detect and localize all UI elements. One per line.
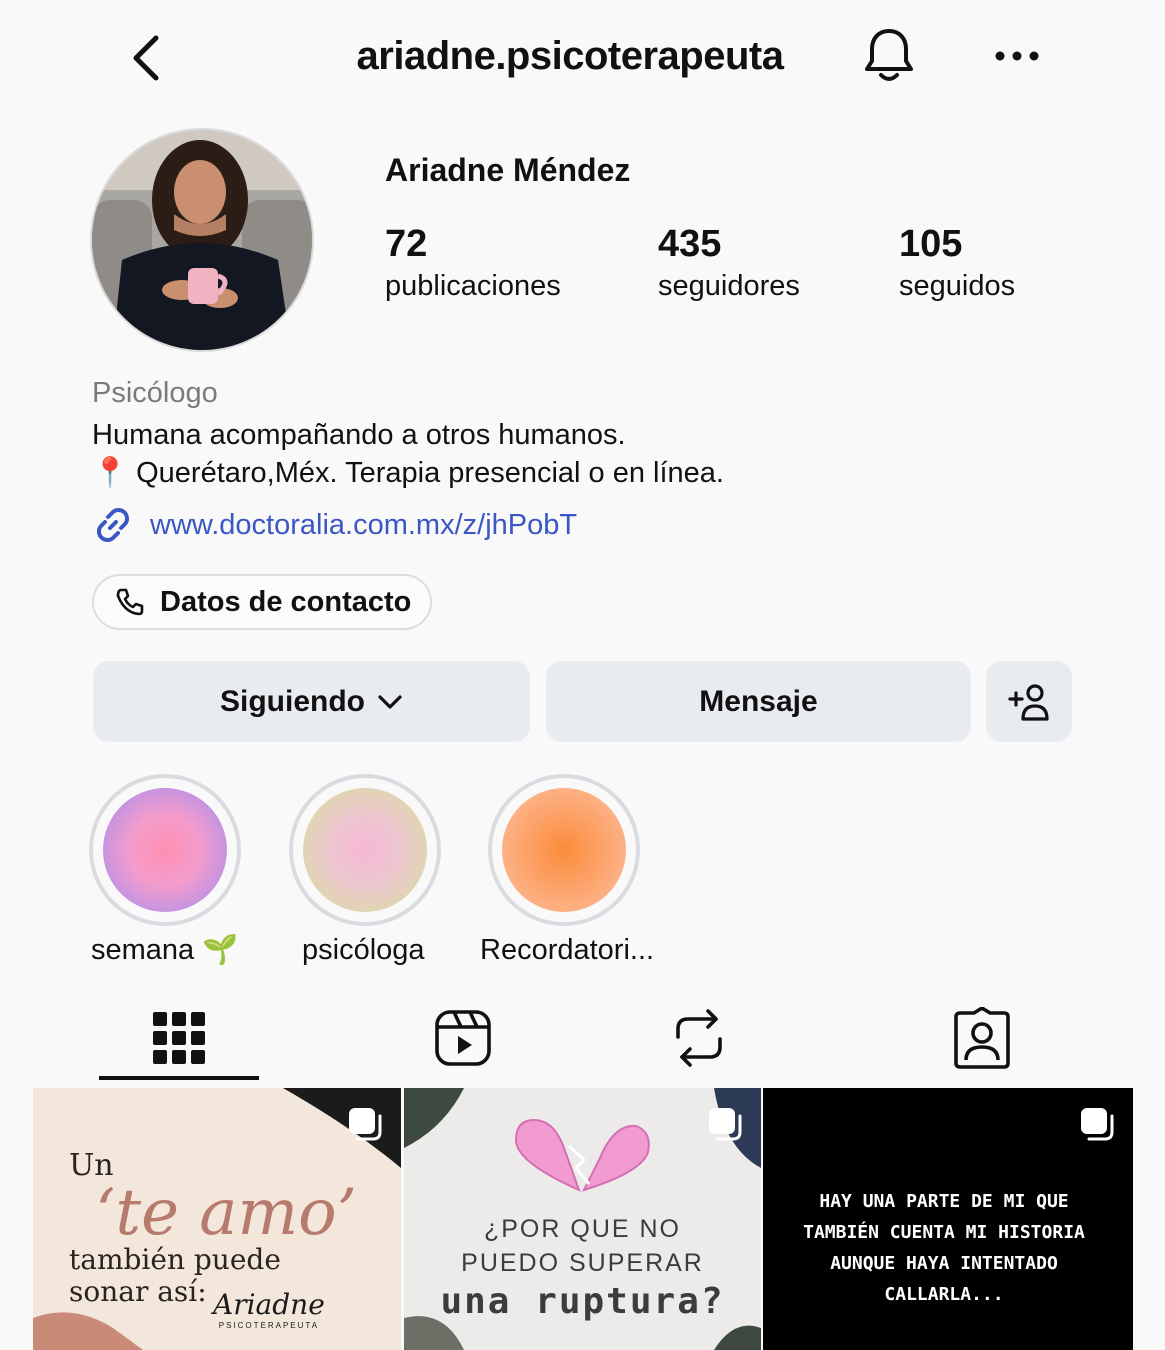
highlight-label: psicóloga xyxy=(302,934,425,966)
carousel-icon xyxy=(709,1108,742,1141)
carousel-icon xyxy=(349,1108,382,1141)
profile-username: ariadne.psicoterapeuta xyxy=(356,34,784,78)
post-3-text: HAY UNA PARTE DE MI QUE TAMBIÉN CUENTA M… xyxy=(763,1186,1125,1310)
profile-link-text: www.doctoralia.com.mx/z/jhPobT xyxy=(150,509,578,541)
post-tile-3[interactable]: HAY UNA PARTE DE MI QUE TAMBIÉN CUENTA M… xyxy=(763,1088,1133,1350)
highlight-ring xyxy=(289,774,441,926)
post-3-line-3: AUNQUE HAYA INTENTADO xyxy=(830,1253,1058,1274)
more-options-button[interactable] xyxy=(988,34,1046,78)
active-tab-indicator xyxy=(99,1076,259,1080)
post-1-text: Un ‘te amo’ también puede sonar así: xyxy=(69,1150,357,1308)
post-tile-2[interactable]: ¿POR QUE NO PUEDO SUPERAR una ruptura? xyxy=(404,1088,761,1350)
pin-emoji: 📍 xyxy=(92,457,129,489)
stat-followers-label: seguidores xyxy=(658,270,800,302)
profile-tabs xyxy=(0,995,1165,1085)
bio-line-1: Humana acompañando a otros humanos. xyxy=(92,419,626,451)
stat-posts-count: 72 xyxy=(385,223,428,265)
profile-category: Psicólogo xyxy=(92,377,218,409)
chevron-down-icon xyxy=(378,694,402,709)
highlight-psicologa[interactable]: psicóloga xyxy=(289,774,441,966)
highlight-ring xyxy=(89,774,241,926)
bio-line-2: 📍 Querétaro,Méx. Terapia presencial o en… xyxy=(92,454,724,492)
back-button[interactable] xyxy=(118,28,174,88)
display-name: Ariadne Méndez xyxy=(385,152,631,188)
notifications-button[interactable] xyxy=(858,22,920,88)
stat-posts-label: publicaciones xyxy=(385,270,561,302)
highlight-semana[interactable]: semana 🌱 xyxy=(89,774,241,966)
profile-avatar[interactable] xyxy=(90,128,314,352)
stat-following[interactable]: 105 seguidos xyxy=(899,222,1015,306)
posts-grid: Un ‘te amo’ también puede sonar así: Ari… xyxy=(33,1088,1133,1350)
post-2-line-3: una ruptura? xyxy=(440,1281,725,1322)
post-3-line-2: TAMBIÉN CUENTA MI HISTORIA xyxy=(803,1222,1085,1243)
bio-line-2-text: Querétaro,Méx. Terapia presencial o en l… xyxy=(136,457,724,489)
following-button[interactable]: Siguiendo xyxy=(93,661,530,742)
post-2-line-1: ¿POR QUE NO xyxy=(483,1215,681,1243)
reels-icon xyxy=(435,1010,491,1066)
grid-icon xyxy=(153,1012,205,1064)
bell-icon xyxy=(865,29,913,81)
reposts-icon xyxy=(676,1009,722,1067)
tagged-icon xyxy=(954,1007,1010,1069)
link-icon xyxy=(97,508,129,542)
contact-info-button[interactable]: Datos de contacto xyxy=(92,574,432,630)
highlight-cover xyxy=(502,788,626,912)
highlight-label: semana 🌱 xyxy=(91,934,239,966)
stat-followers[interactable]: 435 seguidores xyxy=(658,222,800,306)
message-button[interactable]: Mensaje xyxy=(546,661,971,742)
post-1-signature-name: Ariadne xyxy=(213,1288,325,1321)
stat-posts[interactable]: 72 publicaciones xyxy=(385,222,561,306)
carousel-icon xyxy=(1081,1108,1114,1141)
top-bar: ariadne.psicoterapeuta xyxy=(0,0,1165,110)
highlight-recordatorio[interactable]: Recordatori... xyxy=(480,774,654,966)
tab-tagged[interactable] xyxy=(902,995,1062,1081)
post-3-line-4: CALLARLA... xyxy=(884,1284,1004,1305)
highlight-label: Recordatori... xyxy=(480,934,655,966)
phone-icon xyxy=(116,588,144,616)
post-2-text: ¿POR QUE NO PUEDO SUPERAR una ruptura? xyxy=(404,1212,761,1324)
add-user-button[interactable] xyxy=(986,661,1072,742)
following-label: Siguiendo xyxy=(220,684,365,718)
post-1-line-2: ‘te amo’ xyxy=(95,1176,357,1250)
more-horizontal-icon xyxy=(995,51,1039,61)
chevron-left-icon xyxy=(133,35,159,81)
message-label: Mensaje xyxy=(699,684,818,718)
avatar-photo xyxy=(92,130,312,350)
highlight-cover xyxy=(103,788,227,912)
tab-reels[interactable] xyxy=(383,995,543,1081)
post-1-signature-sub: PSICOTERAPEUTA xyxy=(218,1321,320,1330)
highlight-ring xyxy=(488,774,640,926)
stat-followers-count: 435 xyxy=(658,223,722,265)
post-tile-1[interactable]: Un ‘te amo’ también puede sonar así: Ari… xyxy=(33,1088,401,1350)
tab-posts-grid[interactable] xyxy=(99,995,259,1081)
stat-following-label: seguidos xyxy=(899,270,1016,302)
profile-link[interactable]: www.doctoralia.com.mx/z/jhPobT xyxy=(92,504,577,546)
post-2-line-2: PUEDO SUPERAR xyxy=(461,1249,704,1277)
tab-reposts[interactable] xyxy=(619,995,779,1081)
post-3-line-1: HAY UNA PARTE DE MI QUE xyxy=(819,1191,1069,1212)
add-user-icon xyxy=(1008,683,1049,721)
highlight-cover xyxy=(303,788,427,912)
contact-info-label: Datos de contacto xyxy=(160,585,412,618)
post-1-signature: Ariadne PSICOTERAPEUTA xyxy=(213,1290,325,1332)
stat-following-count: 105 xyxy=(899,223,963,265)
